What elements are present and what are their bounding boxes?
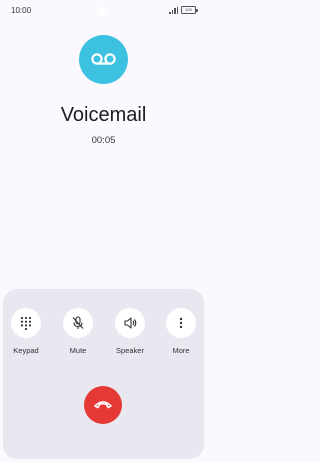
speaker-button[interactable]: Speaker — [110, 308, 150, 355]
keypad-button[interactable]: Keypad — [6, 308, 46, 355]
mute-button[interactable]: Mute — [58, 308, 98, 355]
more-vertical-icon — [179, 317, 183, 329]
front-camera — [99, 7, 108, 16]
status-icons: 100 — [169, 6, 198, 14]
speaker-button-circle[interactable] — [115, 308, 145, 338]
end-call-icon — [94, 401, 112, 409]
signal-icon — [169, 6, 178, 14]
mute-button-circle[interactable] — [63, 308, 93, 338]
keypad-icon — [20, 316, 32, 330]
more-button[interactable]: More — [161, 308, 201, 355]
keypad-button-circle[interactable] — [11, 308, 41, 338]
call-control-panel: Keypad Mute Speaker More — [3, 289, 204, 459]
speaker-icon — [124, 317, 137, 329]
status-bar: 10:00 100 — [0, 0, 207, 20]
end-call-button[interactable] — [84, 386, 122, 424]
keypad-label: Keypad — [13, 346, 39, 355]
status-time: 10:00 — [11, 6, 32, 15]
voicemail-icon — [91, 53, 116, 65]
more-button-circle[interactable] — [166, 308, 196, 338]
more-label: More — [172, 346, 190, 355]
mic-off-icon — [72, 316, 84, 329]
call-duration: 00:05 — [91, 135, 116, 146]
contact-name: Voicemail — [60, 104, 147, 126]
speaker-label: Speaker — [116, 346, 144, 355]
mute-label: Mute — [69, 346, 87, 355]
battery-icon: 100 — [181, 6, 198, 14]
contact-avatar — [79, 35, 128, 84]
